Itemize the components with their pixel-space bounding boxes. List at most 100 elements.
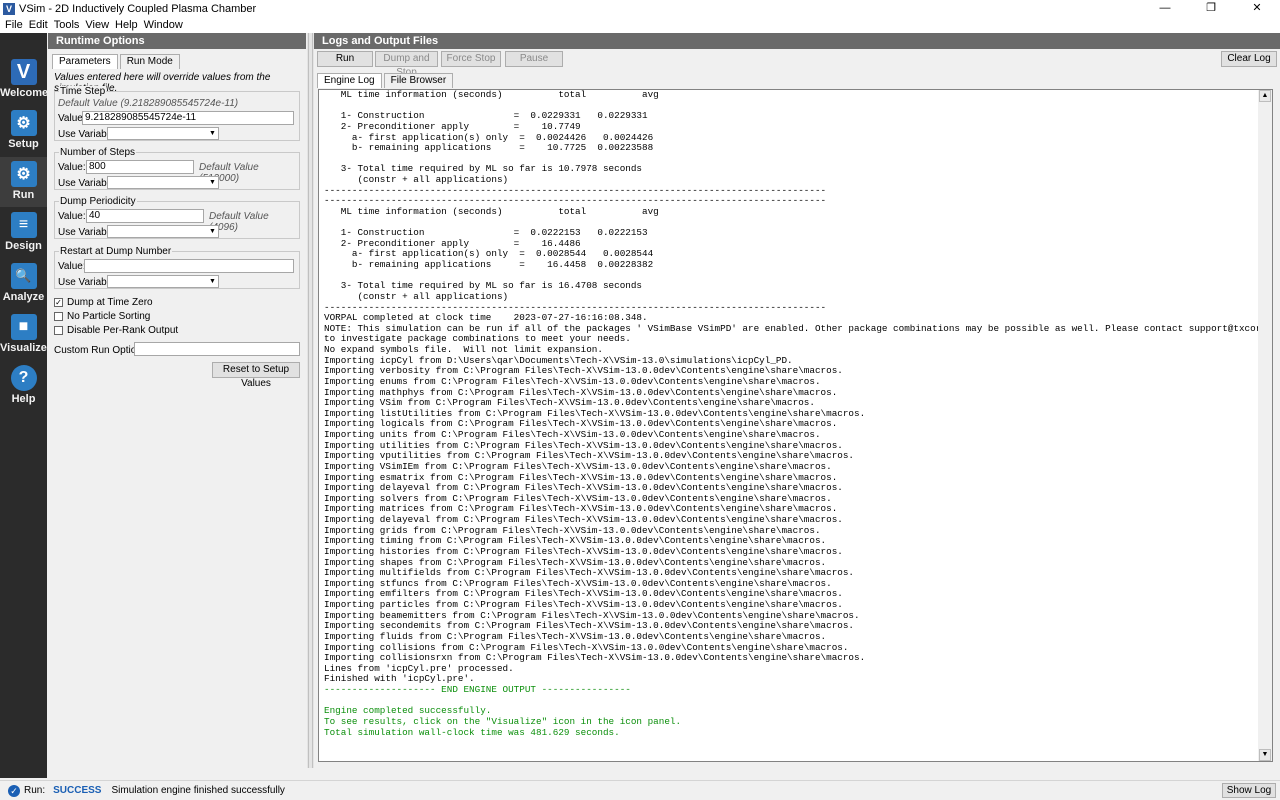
tab-parameters[interactable]: Parameters (52, 54, 118, 69)
tab-run-mode[interactable]: Run Mode (119, 54, 180, 69)
log-line: Importing enums from C:\Program Files\Te… (324, 375, 821, 387)
restart-dump-title: Restart at Dump Number (59, 246, 173, 257)
number-of-steps-title: Number of Steps (59, 147, 137, 158)
engine-log-output[interactable]: ML time information (seconds) total avg … (318, 89, 1273, 762)
help-label: Help (11, 393, 36, 405)
chevron-down-icon: ▼ (209, 179, 216, 186)
v-logo-icon: V (10, 59, 37, 85)
log-line: To see results, click on the "Visualize"… (324, 715, 682, 727)
dump-periodicity-title: Dump Periodicity (59, 196, 137, 207)
menu-window[interactable]: Window (141, 19, 186, 31)
menu-help[interactable]: Help (112, 19, 141, 31)
run-button[interactable]: Run (317, 51, 373, 67)
unchecked-box-icon (54, 312, 63, 321)
help-icon: ? (10, 365, 37, 391)
visualize-button[interactable]: ■ Visualize (0, 310, 47, 360)
dump-periodicity-field[interactable]: 40 (86, 209, 204, 223)
scroll-up-arrow-icon[interactable]: ▲ (1259, 90, 1271, 102)
custom-run-options-label: Custom Run Options (54, 345, 147, 356)
log-line: Total simulation wall-clock time was 481… (324, 726, 620, 738)
panel-splitter[interactable] (307, 33, 314, 768)
chevron-down-icon: ▼ (209, 130, 216, 137)
dump-periodicity-variable-select[interactable]: ▼ (107, 225, 219, 238)
icon-panel: V Welcome ⚙ Setup ⚙ Run ≡ Design 🔍 Analy… (0, 33, 49, 778)
number-of-steps-value-label: Value: (58, 162, 86, 173)
help-button[interactable]: ? Help (0, 361, 47, 411)
clear-log-button[interactable]: Clear Log (1221, 51, 1277, 67)
restart-value-label: Value: (58, 261, 86, 272)
log-line: Importing fluids from C:\Program Files\T… (324, 630, 827, 642)
dump-periodicity-group: Dump Periodicity Value: 40 Default Value… (54, 196, 300, 239)
title-bar: V VSim - 2D Inductively Coupled Plasma C… (0, 0, 1280, 17)
no-particle-sorting-label: No Particle Sorting (67, 311, 151, 322)
maximize-button[interactable]: ❐ (1188, 0, 1234, 17)
log-line: ML time information (seconds) total avg (324, 89, 659, 100)
restart-value-field[interactable] (84, 259, 294, 273)
number-of-steps-variable-select[interactable]: ▼ (107, 176, 219, 189)
run-button-nav[interactable]: ⚙ Run (0, 157, 47, 207)
welcome-button[interactable]: V Welcome (0, 55, 49, 105)
design-label: Design (5, 240, 42, 252)
dump-periodicity-default: Default Value (4096) (209, 211, 269, 233)
restart-variable-select[interactable]: ▼ (107, 275, 219, 288)
dump-periodicity-value-label: Value: (58, 211, 86, 222)
log-line: ML time information (seconds) total avg (324, 205, 659, 217)
unchecked-box-icon (54, 326, 63, 335)
tab-engine-log[interactable]: Engine Log (317, 73, 382, 88)
setup-label: Setup (8, 138, 39, 150)
menu-file[interactable]: File (2, 19, 26, 31)
no-particle-sorting-checkbox[interactable]: No Particle Sorting (54, 311, 150, 322)
welcome-label: Welcome (0, 87, 49, 99)
engine-log-text: ML time information (seconds) total avg … (324, 89, 1272, 738)
time-step-value-field[interactable]: 9.218289085545724e-11 (82, 111, 294, 125)
scroll-down-arrow-icon[interactable]: ▼ (1259, 749, 1271, 761)
log-vertical-scrollbar[interactable]: ▲ ▼ (1258, 90, 1272, 761)
gear-icon: ⚙ (10, 110, 37, 136)
log-line: (constr + all applications) (324, 290, 509, 302)
disable-per-rank-output-checkbox[interactable]: Disable Per-Rank Output (54, 325, 178, 336)
close-button[interactable]: ✕ (1234, 0, 1280, 17)
force-stop-button[interactable]: Force Stop (441, 51, 501, 67)
cube-icon: ■ (10, 314, 37, 340)
log-line: Importing histories from C:\Program File… (324, 545, 843, 557)
menu-tools[interactable]: Tools (51, 19, 83, 31)
log-line: b- remaining applications = 16.4458 0.00… (324, 259, 654, 270)
restart-dump-group: Restart at Dump Number Value: Use Variab… (54, 246, 300, 289)
number-of-steps-field[interactable]: 800 (86, 160, 194, 174)
analyze-button[interactable]: 🔍 Analyze (0, 259, 47, 309)
chevron-down-icon: ▼ (209, 228, 216, 235)
log-line: 2- Preconditioner apply = 10.7749 (324, 120, 581, 132)
window-title: VSim - 2D Inductively Coupled Plasma Cha… (19, 2, 257, 15)
time-step-group: Time Step Default Value (9.2182890855457… (54, 86, 300, 141)
number-of-steps-group: Number of Steps Value: 800 Default Value… (54, 147, 300, 190)
chevron-down-icon: ▼ (209, 278, 216, 285)
status-state: SUCCESS (53, 785, 102, 796)
menu-bar: File Edit Tools View Help Window (0, 17, 1280, 33)
dump-and-stop-button[interactable]: Dump and Stop (375, 51, 438, 78)
dump-at-time-zero-checkbox[interactable]: ✓ Dump at Time Zero (54, 297, 153, 308)
visualize-label: Visualize (0, 342, 47, 354)
setup-button[interactable]: ⚙ Setup (0, 106, 47, 156)
tab-file-browser[interactable]: File Browser (383, 73, 454, 88)
checkmark-icon: ✓ (54, 298, 63, 307)
logs-output-header: Logs and Output Files (314, 33, 1280, 49)
splitter-handle[interactable] (308, 33, 313, 768)
reset-to-setup-values-button[interactable]: Reset to Setup Values (212, 362, 300, 389)
custom-run-options-field[interactable] (134, 342, 300, 356)
magnifier-icon: 🔍 (10, 263, 37, 289)
time-step-variable-select[interactable]: ▼ (107, 127, 219, 140)
run-label: Run (12, 189, 35, 201)
analyze-label: Analyze (2, 291, 45, 303)
disable-per-rank-output-label: Disable Per-Rank Output (67, 325, 179, 336)
log-tabs: Engine Log File Browser (317, 73, 455, 88)
pause-button[interactable]: Pause (505, 51, 563, 67)
design-button[interactable]: ≡ Design (0, 208, 47, 258)
show-log-button[interactable]: Show Log (1222, 783, 1276, 798)
logs-output-panel: Logs and Output Files Run Dump and Stop … (314, 33, 1280, 768)
menu-edit[interactable]: Edit (26, 19, 51, 31)
time-step-title: Time Step (59, 86, 107, 97)
log-line: -------------------- END ENGINE OUTPUT -… (324, 684, 631, 695)
success-check-icon: ✓ (8, 784, 20, 797)
minimize-button[interactable]: — (1142, 0, 1188, 17)
menu-view[interactable]: View (82, 19, 112, 31)
